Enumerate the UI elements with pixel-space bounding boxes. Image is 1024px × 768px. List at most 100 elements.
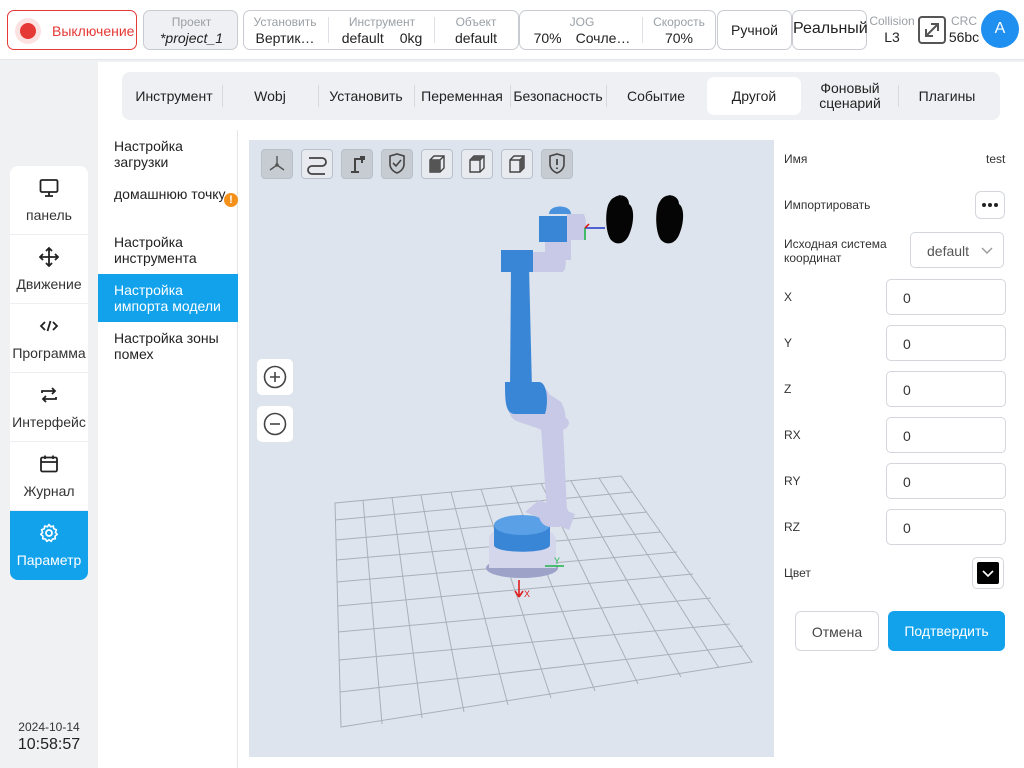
real-mode-button[interactable]: Реальный: [792, 10, 868, 50]
jog-title: JOG: [569, 15, 595, 29]
model-import-form: Имя test Импортировать Исходная система …: [774, 130, 1024, 768]
menu-item-label: домашнюю точку: [114, 186, 226, 202]
import-browse-button[interactable]: [975, 191, 1005, 219]
manual-mode-label: Ручной: [731, 22, 778, 38]
robot-scene: X Y: [334, 195, 753, 728]
coord-system-value: default: [927, 243, 970, 259]
color-picker[interactable]: [972, 557, 1004, 589]
coord-system-select[interactable]: default: [910, 232, 1004, 268]
ry-input[interactable]: 0: [886, 463, 1006, 499]
jog-speed-group[interactable]: JOG 70% Сочле… Скорость 70%: [519, 10, 716, 50]
nav-item-interface[interactable]: Интерфейс: [10, 373, 88, 442]
zoom-out-icon[interactable]: [257, 406, 293, 442]
divider: [642, 17, 643, 43]
system-clock: 2024-10-14 10:58:57: [10, 720, 88, 754]
robot-icon[interactable]: [341, 149, 373, 179]
tab-event[interactable]: Событие: [609, 77, 703, 115]
cube-side-icon[interactable]: [501, 149, 533, 179]
crc-title: CRC: [951, 14, 977, 28]
tab-other[interactable]: Другой: [707, 77, 801, 115]
real-mode-label: Реальный: [793, 20, 868, 37]
coord-system-label: Исходная система координат: [784, 237, 887, 265]
imported-model: [606, 195, 684, 244]
floor-grid: [334, 475, 753, 728]
nav-item-parameter[interactable]: Параметр: [10, 511, 88, 580]
code-icon: [39, 320, 59, 332]
settings-tab-bar: Инструмент Wobj Установить Переменная Бе…: [122, 72, 1000, 120]
system-time: 10:58:57: [17, 736, 81, 753]
tab-tool[interactable]: Инструмент: [127, 77, 221, 115]
monitor-icon: [39, 179, 59, 197]
shield-alert-icon[interactable]: [541, 149, 573, 179]
tab-wobj[interactable]: Wobj: [223, 77, 317, 115]
x-input[interactable]: 0: [886, 279, 1006, 315]
power-indicator-icon: [15, 18, 41, 44]
collision-level[interactable]: Collision L3: [868, 14, 916, 45]
nav-label: Параметр: [16, 552, 82, 568]
color-swatch: [977, 562, 999, 584]
menu-item-tool-setting[interactable]: Настройка инструмента: [98, 226, 238, 274]
jog-percent: 70%: [533, 30, 562, 46]
cube-top-icon[interactable]: [461, 149, 493, 179]
user-avatar[interactable]: A: [981, 10, 1019, 48]
y-input[interactable]: 0: [886, 325, 1006, 361]
tab-install[interactable]: Установить: [319, 77, 413, 115]
tab-background-script[interactable]: Фоновый сценарий: [803, 77, 897, 115]
install-value: Вертик…: [255, 30, 315, 46]
swap-icon: [41, 387, 57, 403]
project-selector[interactable]: Проект *project_1: [143, 10, 238, 50]
rz-label: RZ: [784, 520, 800, 534]
confirm-button[interactable]: Подтвердить: [888, 611, 1005, 651]
project-title: Проект: [171, 15, 212, 29]
crc-value: 56bc: [948, 29, 980, 45]
nav-item-program[interactable]: Программа: [10, 304, 88, 373]
axes-icon[interactable]: [261, 149, 293, 179]
nav-label: Программа: [12, 345, 86, 361]
nav-label: Интерфейс: [12, 414, 86, 430]
nav-label: Журнал: [23, 483, 75, 499]
nav-item-panel[interactable]: панель: [10, 166, 88, 235]
divider: [606, 85, 607, 107]
zoom-in-icon[interactable]: [257, 359, 293, 395]
menu-item-payload[interactable]: Настройка загрузки: [98, 130, 238, 178]
object-value: default: [454, 30, 498, 46]
menu-item-home-point[interactable]: домашнюю точку !: [98, 178, 238, 226]
power-off-button[interactable]: Выключение: [7, 10, 137, 50]
crc-status: CRC 56bc: [948, 14, 980, 45]
3d-viewport[interactable]: X Y: [249, 140, 774, 757]
y-label: Y: [784, 336, 793, 350]
z-input[interactable]: 0: [886, 371, 1006, 407]
rz-input[interactable]: 0: [886, 509, 1006, 545]
nav-label: Движение: [16, 276, 82, 292]
nav-item-log[interactable]: Журнал: [10, 442, 88, 511]
speed-value: 70%: [664, 30, 694, 46]
base-y-axis-label: Y: [554, 556, 560, 566]
divider: [328, 17, 329, 43]
gear-icon: [39, 523, 59, 543]
menu-item-model-import[interactable]: Настройка импорта модели: [98, 274, 238, 322]
rx-input[interactable]: 0: [886, 417, 1006, 453]
chevron-down-icon: [982, 570, 994, 578]
tool-weight: 0kg: [399, 30, 423, 46]
cube-front-icon[interactable]: [421, 149, 453, 179]
ry-label: RY: [784, 474, 801, 488]
installation-status-group[interactable]: Установить Вертик… Инструмент default 0kg…: [243, 10, 519, 50]
nav-item-motion[interactable]: Движение: [10, 235, 88, 304]
menu-item-interference-zone[interactable]: Настройка зоны помех: [98, 322, 238, 370]
tool-title: Инструмент: [348, 15, 416, 29]
tab-safety[interactable]: Безопасность: [511, 77, 605, 115]
power-off-label: Выключение: [52, 23, 135, 39]
cancel-button[interactable]: Отмена: [795, 611, 879, 651]
main-navigation: панель Движение Программа Интерфейс Журн…: [10, 166, 88, 580]
jog-value: 70% Сочле…: [526, 30, 638, 46]
shield-check-icon[interactable]: [381, 149, 413, 179]
tab-plugins[interactable]: Плагины: [900, 77, 994, 115]
expand-fullscreen-icon[interactable]: [917, 15, 947, 45]
path-icon[interactable]: [301, 149, 333, 179]
nav-label: панель: [26, 207, 72, 223]
speed-title: Скорость: [653, 15, 705, 29]
manual-mode-button[interactable]: Ручной: [717, 10, 792, 50]
tab-variable[interactable]: Переменная: [415, 77, 509, 115]
warning-icon: !: [224, 193, 238, 207]
divider: [898, 85, 899, 107]
